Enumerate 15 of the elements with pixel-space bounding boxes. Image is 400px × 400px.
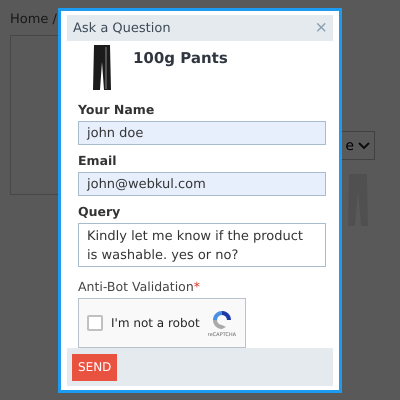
send-button[interactable]: SEND [72,354,118,380]
dialog-title: Ask a Question [73,20,171,36]
checkbox-label: I'm not a robot [111,316,200,330]
field-label: Your Name [78,102,156,117]
pants-image [93,45,111,90]
field-label: Query [78,204,122,220]
input-field[interactable]: john doe [78,121,326,146]
input-field[interactable]: john@webkul.com [78,172,326,196]
chevron-icon [358,142,370,150]
checkbox[interactable] [87,315,103,331]
breadcrumb: Home / [10,12,57,27]
field-label: Email [78,153,118,168]
product-name: 100g Pants [133,49,228,67]
query-field[interactable]: Kindly let me know if the product is washable. yes or no? [78,223,326,267]
field-label: Anti-Bot Validation* [78,279,201,294]
